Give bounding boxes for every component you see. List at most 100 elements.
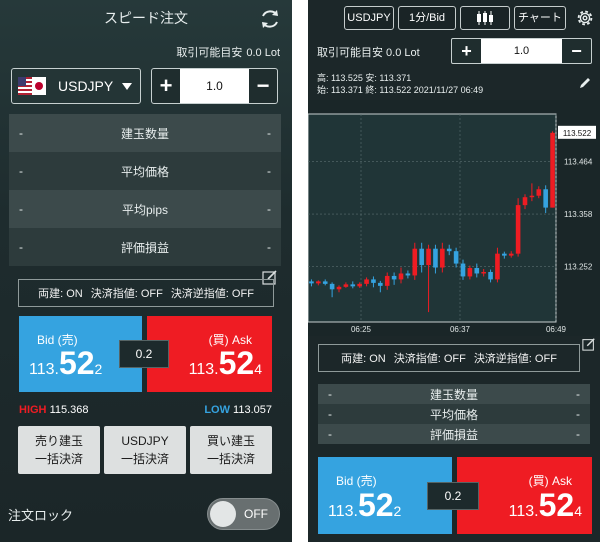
currency-pair-select[interactable]: USDJPY — [11, 68, 141, 104]
candle-body — [515, 205, 521, 254]
table-row: - 平均価格 - — [9, 152, 281, 190]
bid-price-pips: 52 — [357, 487, 394, 523]
x-tick-label: 06:25 — [351, 325, 372, 334]
candle-body — [522, 197, 528, 206]
candle-body — [384, 275, 390, 286]
quantity-plus-button[interactable]: + — [152, 69, 180, 103]
ask-price-major: 113. — [188, 361, 219, 378]
ask-price-pips: 52 — [538, 487, 575, 523]
hedge-status: 両建: ON — [38, 288, 83, 300]
button-line-1: 買い建玉 — [206, 434, 255, 448]
pair-button[interactable]: USDJPY — [344, 6, 394, 30]
pencil-icon[interactable] — [578, 76, 592, 90]
row-value-right: - — [267, 126, 271, 140]
candle-body — [350, 284, 356, 287]
low-label: LOW — [204, 404, 230, 416]
position-summary: - 建玉数量 - - 平均価格 - - 評価損益 - — [318, 384, 590, 444]
high-price: HIGH 115.368 — [19, 404, 89, 416]
limit-status: 決済指値: OFF — [393, 353, 466, 365]
low-value: 113.057 — [233, 404, 272, 416]
quantity-stepper[interactable]: + 1.0 − — [151, 68, 278, 104]
caret-down-icon — [122, 82, 132, 90]
candle-body — [495, 253, 500, 280]
tradable-lot: 取引可能目安 0.0 Lot — [317, 47, 420, 59]
tradable-lot-value: 0.0 Lot — [246, 47, 280, 59]
row-value-right: - — [576, 427, 580, 441]
y-tick-label: 113.252 — [564, 263, 593, 272]
candle-body — [391, 275, 397, 280]
tradable-lot: 取引可能目安 0.0 Lot — [172, 44, 280, 60]
bulk-close-sell-button[interactable]: 売り建玉 一括決済 — [18, 426, 100, 474]
spread-value: 0.2 — [427, 482, 479, 510]
row-value-left: - — [19, 164, 23, 178]
candle-body — [343, 284, 349, 287]
candle-body — [536, 189, 542, 196]
gear-icon[interactable] — [574, 7, 596, 29]
candle-body — [543, 189, 548, 208]
bid-price: 113.522 — [328, 487, 401, 524]
bulk-close-buy-button[interactable]: 買い建玉 一括決済 — [190, 426, 272, 474]
candle-body — [371, 279, 376, 283]
table-row: - 評価損益 - — [9, 228, 281, 266]
bulk-close-pair-button[interactable]: USDJPY 一括決済 — [104, 426, 186, 474]
candle-body — [502, 253, 507, 256]
order-settings-status[interactable]: 両建: ON 決済指値: OFF 決済逆指値: OFF — [318, 344, 580, 372]
high-value: 115.368 — [49, 404, 89, 416]
row-value-right: - — [267, 240, 271, 254]
bid-price-fraction: 2 — [94, 361, 103, 377]
quantity-stepper[interactable]: + 1.0 − — [451, 38, 592, 64]
quantity-plus-button[interactable]: + — [452, 39, 481, 63]
candlestick-chart[interactable]: 113.464 113.358 113.252 06:25 06:37 06:49 11… — [308, 100, 600, 336]
candle-body — [460, 263, 466, 277]
button-line-2: 一括決済 — [206, 452, 255, 466]
bid-price-fraction: 2 — [393, 503, 402, 519]
table-row: - 平均pips - — [9, 190, 281, 228]
quantity-input[interactable]: 1.0 — [481, 39, 562, 63]
x-tick-label: 06:49 — [546, 325, 567, 334]
candle-body — [316, 281, 321, 284]
candle-body — [508, 253, 514, 256]
row-value-right: - — [576, 387, 580, 401]
candle-type-button[interactable] — [460, 6, 510, 30]
quantity-input[interactable]: 1.0 — [180, 69, 249, 103]
bid-price-pips: 52 — [58, 345, 95, 381]
row-label: 平均pips — [121, 202, 168, 217]
row-label: 評価損益 — [429, 427, 478, 442]
edit-icon[interactable] — [582, 337, 596, 351]
page-title: スピード注文 — [104, 10, 188, 26]
candle-body — [336, 286, 342, 290]
candle-body — [481, 271, 486, 274]
stop-status: 決済逆指値: OFF — [473, 353, 557, 365]
timeframe-button[interactable]: 1分/Bid — [398, 6, 456, 30]
table-row: - 建玉数量 - — [9, 114, 281, 152]
chart-button[interactable]: チャート — [514, 6, 566, 30]
candle-body — [474, 268, 480, 274]
candle-body — [329, 283, 335, 290]
ask-price: 113.524 — [189, 345, 262, 382]
high-label: HIGH — [19, 404, 47, 416]
refresh-icon[interactable] — [258, 7, 282, 31]
row-value-right: - — [267, 202, 271, 216]
hedge-status: 両建: ON — [341, 353, 386, 365]
candle-body — [322, 281, 328, 284]
bid-price-major: 113. — [29, 361, 59, 378]
limit-status: 決済指値: OFF — [90, 288, 163, 300]
currency-pair-label: USDJPY — [58, 78, 114, 94]
candle-body — [378, 282, 383, 286]
candle-body — [419, 248, 424, 266]
candle-body — [550, 132, 555, 208]
order-settings-status[interactable]: 両建: ON 決済指値: OFF 決済逆指値: OFF — [18, 279, 274, 307]
bid-price: 113.522 — [29, 345, 102, 382]
position-summary: - 建玉数量 - - 平均価格 - - 平均pips - - 評価損益 - — [9, 114, 281, 266]
order-lock-toggle[interactable]: OFF — [207, 498, 280, 530]
candle-body — [405, 273, 411, 276]
candle-body — [453, 251, 459, 264]
button-line-2: 一括決済 — [34, 452, 83, 466]
quantity-minus-button[interactable]: − — [562, 39, 591, 63]
speed-order-panel: スピード注文 取引可能目安 0.0 Lot USDJPY + 1.0 − - 建… — [0, 0, 292, 542]
stop-status: 決済逆指値: OFF — [170, 288, 254, 300]
quantity-minus-button[interactable]: − — [249, 69, 277, 103]
candle-body — [440, 248, 445, 268]
button-line-2: 一括決済 — [120, 452, 169, 466]
last-price-label: 113.522 — [563, 129, 592, 138]
